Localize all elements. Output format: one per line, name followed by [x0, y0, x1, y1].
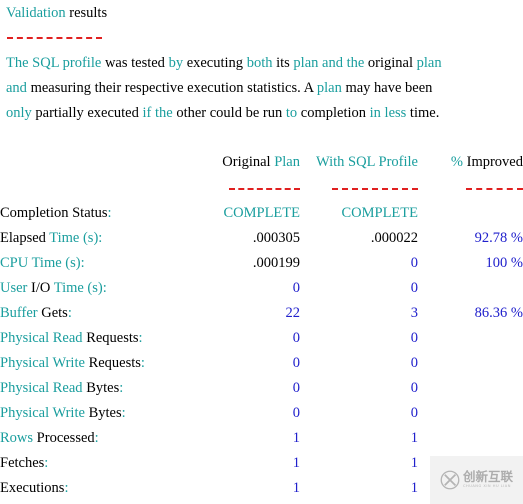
- cell-with-sql-profile: 0: [410, 355, 418, 371]
- row-label: CPU Time (s):: [0, 255, 85, 271]
- table-header-row: Original Plan With SQL Profile % Improve…: [0, 150, 523, 176]
- cell-percent-improved: [418, 276, 523, 301]
- cell-with-sql-profile: 1: [410, 455, 418, 471]
- cell-original-plan: 0: [292, 405, 300, 421]
- cell-percent-improved: [418, 326, 523, 351]
- cell-with-sql-profile: 3: [410, 305, 418, 321]
- page-title: Validation results: [6, 4, 107, 22]
- cell-percent-improved: 100 %: [485, 255, 523, 271]
- description-paragraph: The SQL profile was tested by executing …: [6, 51, 518, 126]
- table-row: Physical Write Bytes: 0 0: [0, 401, 523, 426]
- page-title-highlight: Validation: [6, 5, 66, 21]
- rule-original-plan: [188, 176, 300, 201]
- header-original-plan: Original Plan: [222, 154, 300, 170]
- cell-with-sql-profile: 1: [410, 430, 418, 446]
- cell-with-sql-profile: .000022: [370, 230, 418, 246]
- cell-percent-improved: [418, 401, 523, 426]
- paragraph-line-1: The SQL profile was tested by executing …: [6, 55, 442, 71]
- cell-percent-improved: [418, 426, 523, 451]
- table-row: Physical Read Requests: 0 0: [0, 326, 523, 351]
- row-label: Elapsed Time (s):: [0, 230, 103, 246]
- table-row: Completion Status: COMPLETE COMPLETE: [0, 201, 523, 226]
- cell-percent-improved: 86.36 %: [474, 305, 523, 321]
- row-label: Buffer Gets:: [0, 305, 72, 321]
- cell-with-sql-profile: 0: [410, 330, 418, 346]
- row-label: Rows Processed:: [0, 430, 99, 446]
- rule-with-sql-profile: [300, 176, 418, 201]
- cell-percent-improved: [418, 351, 523, 376]
- table-row: Buffer Gets: 22 3 86.36 %: [0, 301, 523, 326]
- row-label: Physical Write Requests:: [0, 355, 145, 371]
- page-title-plain: results: [69, 5, 108, 21]
- title-separator-rule: [7, 37, 102, 39]
- cell-original-plan: 1: [292, 480, 300, 496]
- paragraph-line-2: and measuring their respective execution…: [6, 80, 433, 96]
- row-label: Completion Status:: [0, 205, 112, 221]
- cell-original-plan: 0: [292, 380, 300, 396]
- cell-percent-improved: [418, 376, 523, 401]
- cell-with-sql-profile: 0: [410, 380, 418, 396]
- watermark-cn: 创新互联: [462, 468, 513, 484]
- row-label: Fetches:: [0, 455, 49, 471]
- cell-original-plan: 0: [292, 280, 300, 296]
- cell-original-plan: .000305: [252, 230, 300, 246]
- watermark-text: 创新互联 CHUANG XIN HU LIAN: [462, 468, 513, 489]
- cell-original-plan: .000199: [252, 255, 300, 271]
- cell-with-sql-profile: COMPLETE: [341, 205, 418, 221]
- row-label: User I/O Time (s):: [0, 280, 107, 296]
- cell-with-sql-profile: 0: [410, 405, 418, 421]
- cell-original-plan: COMPLETE: [223, 205, 300, 221]
- header-blank-cell: [0, 150, 188, 176]
- watermark-en: CHUANG XIN HU LIAN: [462, 484, 511, 489]
- cell-original-plan: 1: [292, 455, 300, 471]
- row-label: Executions:: [0, 480, 69, 496]
- watermark: 创新互联 CHUANG XIN HU LIAN: [430, 456, 523, 504]
- cell-original-plan: 22: [285, 305, 301, 321]
- logo-icon: [440, 470, 460, 490]
- table-row: Elapsed Time (s): .000305 .000022 92.78 %: [0, 226, 523, 251]
- row-label: Physical Read Bytes:: [0, 380, 124, 396]
- header-percent-improved: % Improved: [450, 154, 523, 170]
- cell-original-plan: 1: [292, 430, 300, 446]
- table-row: Rows Processed: 1 1: [0, 426, 523, 451]
- rule-percent-improved: [418, 176, 523, 201]
- paragraph-line-3: only partially executed if the other cou…: [6, 105, 440, 121]
- cell-with-sql-profile: 0: [410, 255, 418, 271]
- cell-percent-improved: 92.78 %: [474, 230, 523, 246]
- table-row: Physical Write Requests: 0 0: [0, 351, 523, 376]
- validation-results-page: Validation results The SQL profile was t…: [0, 0, 523, 504]
- cell-original-plan: 0: [292, 355, 300, 371]
- table-row: User I/O Time (s): 0 0: [0, 276, 523, 301]
- row-label: Physical Read Requests:: [0, 330, 143, 346]
- statistics-table: Original Plan With SQL Profile % Improve…: [0, 150, 523, 501]
- row-label: Physical Write Bytes:: [0, 405, 126, 421]
- rule-blank-cell: [0, 176, 188, 201]
- table-header-rule-row: [0, 176, 523, 201]
- cell-original-plan: 0: [292, 330, 300, 346]
- cell-with-sql-profile: 0: [410, 280, 418, 296]
- cell-percent-improved: [418, 201, 523, 226]
- table-row: Physical Read Bytes: 0 0: [0, 376, 523, 401]
- header-with-sql-profile: With SQL Profile: [316, 154, 418, 170]
- cell-with-sql-profile: 1: [410, 480, 418, 496]
- table-row: CPU Time (s): .000199 0 100 %: [0, 251, 523, 276]
